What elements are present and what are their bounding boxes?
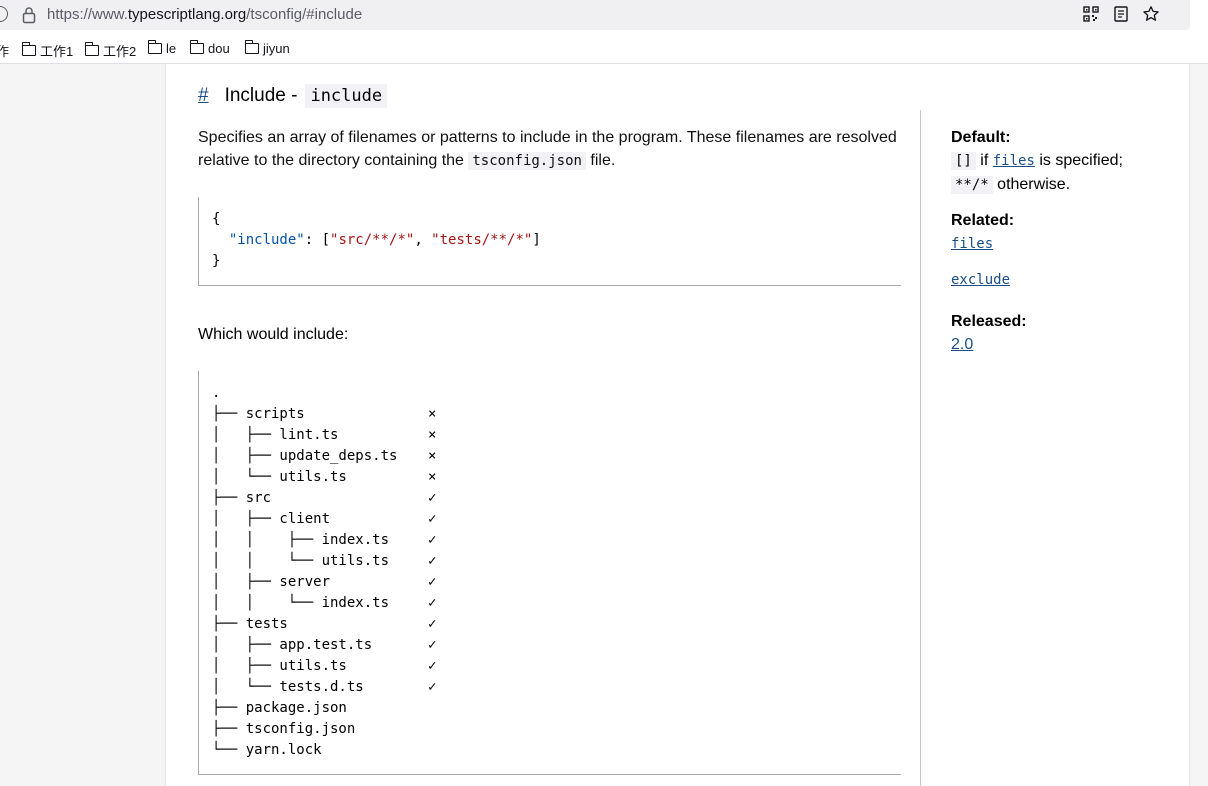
url-field[interactable]: https://www.typescriptlang.org/tsconfig/… xyxy=(0,0,1190,30)
tree-row: . xyxy=(212,383,901,404)
heading-code: include xyxy=(305,84,388,108)
tree-row: │ └── utils.ts × xyxy=(212,467,901,488)
tree-entry-mark: ✓ xyxy=(428,553,437,569)
tree-row: │ ├── lint.ts × xyxy=(212,425,901,446)
tree-row: │ ├── utils.ts ✓ xyxy=(212,656,901,677)
tree-entry-name: │ ├── utils.ts xyxy=(212,658,347,674)
description: Specifies an array of filenames or patte… xyxy=(198,129,897,170)
tree-entry-name: ├── tests xyxy=(212,616,288,632)
tree-row: │ ├── server ✓ xyxy=(212,572,901,593)
tree-entry-mark: ✓ xyxy=(428,574,437,590)
tree-entry-mark xyxy=(428,698,448,719)
anchor-link[interactable]: # xyxy=(198,85,209,107)
tree-entry-name: ├── scripts xyxy=(212,406,305,422)
tree-entry-name: │ └── utils.ts xyxy=(212,469,347,485)
section-heading: # Include - include xyxy=(198,84,388,108)
divider xyxy=(920,110,921,786)
tree-entry-mark: × xyxy=(428,448,437,464)
tree-entry-name: │ ├── server xyxy=(212,574,331,590)
tree-entry-name: └── yarn.lock xyxy=(212,742,322,758)
tree-row: └── yarn.lock xyxy=(212,740,901,761)
tree-entry-mark xyxy=(428,719,448,740)
folder-icon xyxy=(190,40,204,54)
tree-entry-name: │ ├── update_deps.ts xyxy=(212,448,398,464)
bookmark-folder-jiyun[interactable]: jiyun xyxy=(245,40,290,56)
tree-entry-mark xyxy=(428,740,448,761)
heading-title: Include - xyxy=(224,85,298,106)
tree-entry-name: │ └── tests.d.ts xyxy=(212,679,364,695)
related-files-link[interactable]: files xyxy=(951,236,993,252)
tree-entry-mark: ✓ xyxy=(428,511,437,527)
tree-entry-name: │ │ ├── index.ts xyxy=(212,532,390,548)
released-label: Released: xyxy=(951,313,1027,330)
tree-row: │ └── tests.d.ts ✓ xyxy=(212,677,901,698)
default-value: [] if files is specified; xyxy=(951,149,1171,173)
sidebar-info: Default: [] if files is specified; **/* … xyxy=(951,126,1171,356)
tree-entry-name: │ ├── client xyxy=(212,511,331,527)
inline-code-tsconfig: tsconfig.json xyxy=(468,152,586,170)
default-otherwise: **/* otherwise. xyxy=(951,173,1171,197)
tree-row: ├── tsconfig.json xyxy=(212,719,901,740)
tree-row: │ ├── update_deps.ts × xyxy=(212,446,901,467)
reader-view-icon[interactable] xyxy=(1112,5,1130,23)
bookmark-folder-work1[interactable]: 工作1 xyxy=(22,41,73,60)
tree-row: │ ├── client ✓ xyxy=(212,509,901,530)
tree-entry-name: │ │ └── index.ts xyxy=(212,595,390,611)
tree-row: │ │ └── utils.ts ✓ xyxy=(212,551,901,572)
tree-entry-mark xyxy=(428,383,448,404)
tree-entry-name: │ ├── lint.ts xyxy=(212,427,339,443)
tree-entry-mark: ✓ xyxy=(428,532,437,548)
tree-entry-mark: ✓ xyxy=(428,679,437,695)
bookmark-folder-work2[interactable]: 工作2 xyxy=(85,41,136,60)
bookmark-star-icon[interactable] xyxy=(1142,5,1160,23)
folder-icon xyxy=(22,42,36,56)
related-label: Related: xyxy=(951,212,1015,229)
which-text: Which would include: xyxy=(198,326,349,343)
url-text[interactable]: https://www.typescriptlang.org/tsconfig/… xyxy=(47,6,362,23)
tree-entry-mark: × xyxy=(428,427,437,443)
tree-entry-name: . xyxy=(212,385,221,401)
tree-row: │ ├── app.test.ts ✓ xyxy=(212,635,901,656)
folder-icon xyxy=(148,40,162,54)
bookmark-folder-dou[interactable]: dou xyxy=(190,40,230,56)
tree-entry-mark: ✓ xyxy=(428,637,437,653)
tree-entry-mark: ✓ xyxy=(428,490,437,506)
tree-entry-mark: × xyxy=(428,406,437,422)
lock-icon[interactable] xyxy=(22,6,36,24)
tree-entry-mark: × xyxy=(428,469,437,485)
default-files-link[interactable]: files xyxy=(993,153,1035,169)
bookmarks-bar: 作 工作1 工作2 le dou jiyun xyxy=(0,32,1208,64)
tree-entry-mark: ✓ xyxy=(428,658,437,674)
tree-entry-mark: ✓ xyxy=(428,595,437,611)
bookmark-partial[interactable]: 作 xyxy=(0,41,9,60)
tree-entry-name: ├── src xyxy=(212,490,272,506)
file-tree: . ├── scripts × │ ├── lint.ts × │ ├── update_… xyxy=(198,371,901,775)
qr-code-icon[interactable] xyxy=(1082,5,1100,23)
released-version-link[interactable]: 2.0 xyxy=(951,336,973,353)
folder-icon xyxy=(245,40,259,54)
reload-icon[interactable] xyxy=(0,6,8,22)
folder-icon xyxy=(85,42,99,56)
default-label: Default: xyxy=(951,129,1011,146)
address-bar: https://www.typescriptlang.org/tsconfig/… xyxy=(0,0,1208,32)
tree-entry-mark: ✓ xyxy=(428,616,437,632)
code-example: { "include": ["src/**/*", "tests/**/*"] … xyxy=(198,197,901,286)
tree-row: ├── package.json xyxy=(212,698,901,719)
tree-row: │ │ ├── index.ts ✓ xyxy=(212,530,901,551)
docs-page: # Include - include Specifies an array o… xyxy=(165,64,1190,786)
related-exclude-link[interactable]: exclude xyxy=(951,272,1010,288)
bookmark-folder-le[interactable]: le xyxy=(148,40,176,56)
tree-row: ├── src ✓ xyxy=(212,488,901,509)
tree-entry-name: ├── package.json xyxy=(212,700,347,716)
tree-row: ├── tests ✓ xyxy=(212,614,901,635)
tree-entry-name: ├── tsconfig.json xyxy=(212,721,356,737)
tree-row: ├── scripts × xyxy=(212,404,901,425)
tree-entry-name: │ │ └── utils.ts xyxy=(212,553,390,569)
tree-entry-name: │ ├── app.test.ts xyxy=(212,637,373,653)
tree-row: │ │ └── index.ts ✓ xyxy=(212,593,901,614)
